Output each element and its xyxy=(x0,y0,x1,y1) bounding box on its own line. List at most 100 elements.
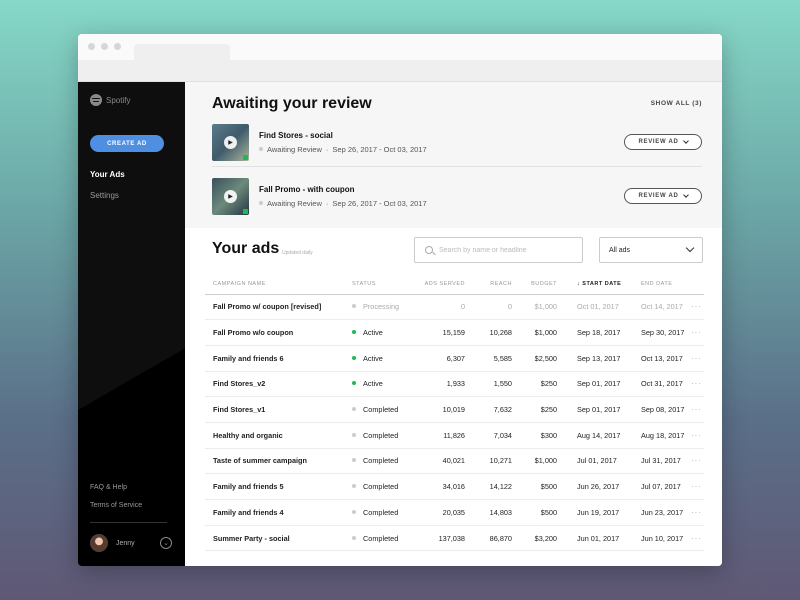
cell-ads-served: 10,019 xyxy=(410,396,465,423)
col-status[interactable]: STATUS xyxy=(340,274,410,295)
status-dot xyxy=(352,304,356,309)
col-start-date-label: START DATE xyxy=(582,280,622,287)
cell-budget: $500 xyxy=(512,473,557,500)
more-options-icon[interactable]: ··· xyxy=(685,473,704,500)
more-options-icon[interactable]: ··· xyxy=(685,499,704,526)
cell-budget: $1,000 xyxy=(512,319,557,346)
cell-ads-served: 34,016 xyxy=(410,473,465,500)
more-options-icon[interactable]: ··· xyxy=(685,422,704,449)
col-reach[interactable]: REACH xyxy=(465,274,512,295)
cell-budget: $1,000 xyxy=(512,448,557,475)
cell-reach: 10,268 xyxy=(465,319,512,346)
table-row[interactable]: Find Stores_v1 Completed 10,019 7,632 $250 Se… xyxy=(205,396,704,423)
status-dot xyxy=(352,509,356,514)
cell-status: Completed xyxy=(340,499,410,526)
status-text: Active xyxy=(363,328,383,338)
col-start-date[interactable]: ↓ START DATE xyxy=(557,274,627,295)
cell-ads-served: 0 xyxy=(410,294,465,321)
more-options-icon[interactable]: ··· xyxy=(685,319,704,346)
table-row[interactable]: Fall Promo w/ coupon [revised] Processing… xyxy=(205,294,704,321)
chevron-down-icon[interactable]: ⌄ xyxy=(160,537,172,549)
play-icon[interactable]: ▶ xyxy=(224,189,237,203)
cell-campaign-name[interactable]: Family and friends 5 xyxy=(205,473,340,500)
more-options-icon[interactable]: ··· xyxy=(685,345,704,372)
review-ad-button[interactable]: REVIEW AD xyxy=(624,188,702,204)
ad-thumbnail[interactable]: ▶ xyxy=(212,123,249,161)
cell-end-date: Jun 23, 2017 xyxy=(627,499,685,526)
status-dot xyxy=(352,355,356,360)
sidebar-item-settings[interactable]: Settings xyxy=(90,191,119,200)
col-ads-served[interactable]: ADS SERVED xyxy=(410,274,465,295)
status-text: Completed xyxy=(363,405,399,415)
cell-reach: 7,632 xyxy=(465,396,512,423)
status-text: Completed xyxy=(363,533,399,543)
cell-campaign-name[interactable]: Taste of summer campaign xyxy=(205,448,340,475)
review-ad-status: Awaiting Review xyxy=(267,144,322,154)
brand-logo[interactable]: Spotify xyxy=(90,94,130,106)
more-options-icon[interactable]: ··· xyxy=(685,525,704,552)
create-ad-button[interactable]: CREATE AD xyxy=(90,135,164,152)
user-menu[interactable]: Jenny xyxy=(90,534,135,552)
cell-status: Active xyxy=(340,371,410,398)
ad-thumbnail[interactable]: ▶ xyxy=(212,177,249,215)
browser-tab[interactable] xyxy=(134,44,230,61)
more-options-icon[interactable]: ··· xyxy=(685,371,704,398)
table-row[interactable]: Family and friends 6 Active 6,307 5,585 $2,5… xyxy=(205,345,704,372)
show-all-link[interactable]: SHOW ALL (3) xyxy=(651,100,702,107)
more-options-icon[interactable]: ··· xyxy=(685,396,704,423)
cell-status: Active xyxy=(340,345,410,372)
cell-campaign-name[interactable]: Fall Promo w/o coupon xyxy=(205,319,340,346)
table-row[interactable]: Healthy and organic Completed 11,826 7,034 $… xyxy=(205,422,704,449)
window-maximize-dot[interactable] xyxy=(114,43,121,50)
table-row[interactable]: Fall Promo w/o coupon Active 15,159 10,268 $… xyxy=(205,319,704,346)
ads-table-body: Fall Promo w/ coupon [revised] Processing… xyxy=(205,294,704,552)
cell-campaign-name[interactable]: Fall Promo w/ coupon [revised] xyxy=(205,294,340,321)
faq-link[interactable]: FAQ & Help xyxy=(90,484,127,491)
cell-reach: 14,122 xyxy=(465,473,512,500)
status-text: Processing xyxy=(363,302,400,312)
col-campaign-name[interactable]: CAMPAIGN NAME xyxy=(205,274,340,295)
col-budget[interactable]: BUDGET xyxy=(512,274,557,295)
window-close-dot[interactable] xyxy=(88,43,95,50)
cell-status: Completed xyxy=(340,473,410,500)
cell-campaign-name[interactable]: Family and friends 4 xyxy=(205,499,340,526)
cell-budget: $1,000 xyxy=(512,294,557,321)
status-dot xyxy=(352,432,356,437)
search-icon xyxy=(425,246,433,254)
status-text: Completed xyxy=(363,456,399,466)
table-row[interactable]: Family and friends 4 Completed 20,035 14,80… xyxy=(205,499,704,526)
review-ad-button[interactable]: REVIEW AD xyxy=(624,134,702,150)
status-dot xyxy=(352,535,356,540)
cell-campaign-name[interactable]: Family and friends 6 xyxy=(205,345,340,372)
table-row[interactable]: Find Stores_v2 Active 1,933 1,550 $250 Sep 01… xyxy=(205,371,704,398)
window-minimize-dot[interactable] xyxy=(101,43,108,50)
cell-campaign-name[interactable]: Find Stores_v1 xyxy=(205,396,340,423)
status-text: Completed xyxy=(363,430,399,440)
table-row[interactable]: Summer Party - social Completed 137,038 86,… xyxy=(205,525,704,552)
play-icon[interactable]: ▶ xyxy=(224,135,237,149)
search-input[interactable] xyxy=(439,246,569,254)
browser-chrome xyxy=(78,34,722,82)
cell-campaign-name[interactable]: Healthy and organic xyxy=(205,422,340,449)
more-options-icon[interactable]: ··· xyxy=(685,294,704,321)
col-end-date[interactable]: END DATE xyxy=(627,274,685,295)
search-box[interactable] xyxy=(414,237,583,263)
table-row[interactable]: Taste of summer campaign Completed 40,021 1… xyxy=(205,448,704,475)
status-dot xyxy=(352,407,356,412)
more-options-icon[interactable]: ··· xyxy=(685,448,704,475)
status-dot xyxy=(352,381,356,386)
table-header-row: CAMPAIGN NAME STATUS ADS SERVED REACH BU… xyxy=(205,274,704,295)
cell-ads-served: 40,021 xyxy=(410,448,465,475)
table-row[interactable]: Family and friends 5 Completed 34,016 14,12… xyxy=(205,473,704,500)
review-ad-status: Awaiting Review xyxy=(267,198,322,208)
terms-link[interactable]: Terms of Service xyxy=(90,502,142,509)
cell-budget: $3,200 xyxy=(512,525,557,552)
cell-status: Completed xyxy=(340,525,410,552)
cell-start-date: Sep 01, 2017 xyxy=(557,396,627,423)
cell-campaign-name[interactable]: Find Stores_v2 xyxy=(205,371,340,398)
cell-campaign-name[interactable]: Summer Party - social xyxy=(205,525,340,552)
ads-filter-select[interactable]: All ads xyxy=(599,237,703,263)
cell-start-date: Jun 19, 2017 xyxy=(557,499,627,526)
cell-status: Completed xyxy=(340,448,410,475)
sidebar-item-your-ads[interactable]: Your Ads xyxy=(90,170,125,179)
